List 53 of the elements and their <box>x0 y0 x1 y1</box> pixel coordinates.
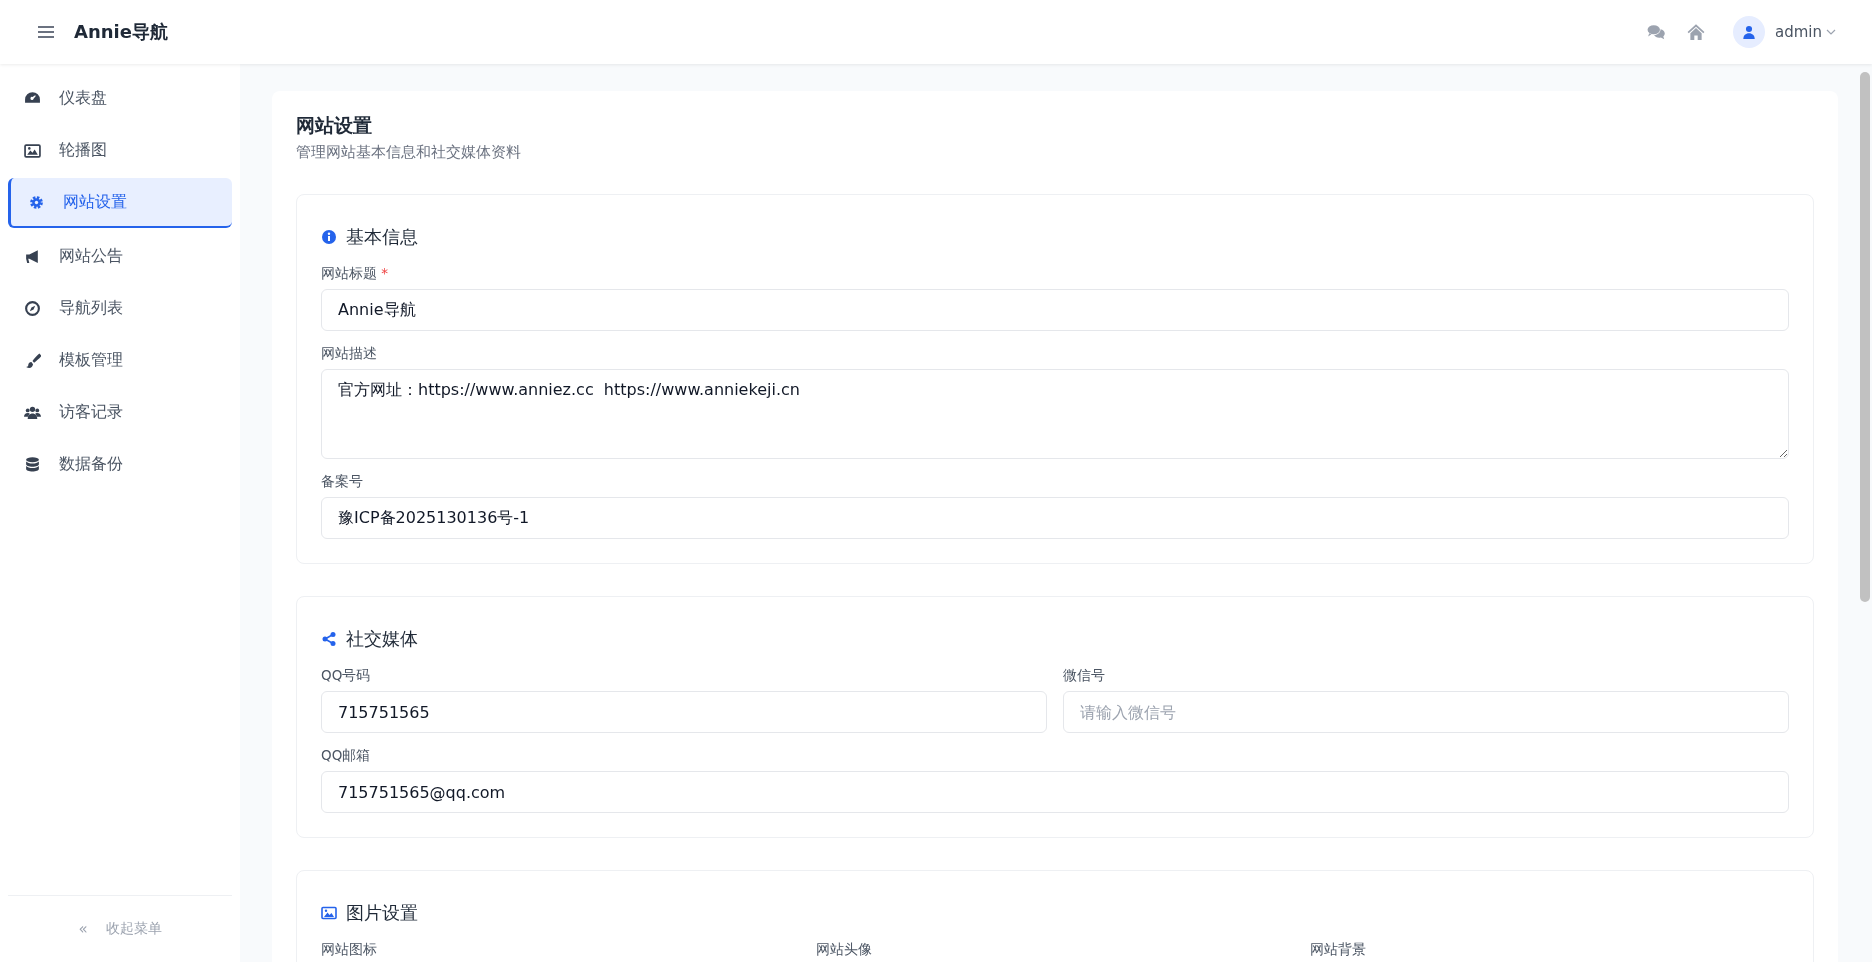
field-label: QQ号码 <box>321 667 372 685</box>
page-title: 网站设置 <box>296 113 373 138</box>
sidebar-item[interactable]: 导航列表 <box>8 284 232 332</box>
sidebar-item-label: 导航列表 <box>59 297 123 319</box>
megaphone-icon <box>24 247 41 265</box>
compass-icon <box>24 299 41 317</box>
settings-icon <box>28 193 45 211</box>
field-label: 网站标题 * <box>321 265 390 283</box>
user-avatar[interactable] <box>1733 16 1765 48</box>
text-field[interactable]: 715751565 <box>321 691 1047 733</box>
sidebar-item-label: 模板管理 <box>59 349 123 371</box>
page-subtitle: 管理网站基本信息和社交媒体资料 <box>296 143 522 162</box>
sidebar-item-label: 网站设置 <box>63 191 127 213</box>
text-field[interactable]: 715751565@qq.com <box>321 771 1789 813</box>
scrollbar-thumb[interactable] <box>1860 72 1870 602</box>
image-icon <box>321 905 337 921</box>
field-label: 网站背景 <box>1310 941 1368 959</box>
field-label: 网站图标 <box>321 941 378 959</box>
field-label: 微信号 <box>1063 667 1106 685</box>
text-field[interactable]: 请输入微信号 <box>1063 691 1789 733</box>
field-label: 备案号 <box>321 473 364 491</box>
sidebar-item-label: 仪表盘 <box>59 87 107 109</box>
info-icon <box>321 229 337 245</box>
sidebar-item[interactable]: 网站公告 <box>8 232 232 280</box>
user-name[interactable]: admin <box>1775 23 1822 41</box>
sidebar-item-label: 轮播图 <box>59 139 107 161</box>
field-label: 网站描述 <box>321 345 378 363</box>
caret-icon[interactable] <box>1826 28 1836 36</box>
menu-icon[interactable] <box>38 25 54 39</box>
image-icon <box>24 141 41 159</box>
brand-title: Annie导航 <box>74 20 168 44</box>
sidebar-item[interactable]: 轮播图 <box>8 126 232 174</box>
field-label: 网站头像 <box>815 941 873 959</box>
textarea-field[interactable]: 官方网址：https://www.anniez.cc https://www.anniekeji.cn <box>321 369 1789 459</box>
sidebar-item-label: 网站公告 <box>59 245 123 267</box>
sidebar-item-label: 数据备份 <box>59 453 123 475</box>
database-icon <box>24 455 41 473</box>
section-title: 图片设置 <box>346 901 418 925</box>
share-icon <box>321 631 337 647</box>
section-title: 基本信息 <box>346 225 418 249</box>
home-icon[interactable] <box>1687 23 1705 41</box>
brush-icon <box>24 351 41 369</box>
section-title: 社交媒体 <box>346 627 418 651</box>
sidebar-item[interactable]: 网站设置 <box>8 178 232 228</box>
sidebar-item[interactable]: 仪表盘 <box>8 74 232 122</box>
text-field[interactable]: Annie导航 <box>321 289 1789 331</box>
sidebar-item[interactable]: 访客记录 <box>8 388 232 436</box>
field-label: QQ邮箱 <box>321 747 372 765</box>
sidebar-item[interactable]: 模板管理 <box>8 336 232 384</box>
chat-icon[interactable] <box>1647 23 1665 41</box>
sidebar-item-label: 访客记录 <box>59 401 123 423</box>
sidebar-item[interactable]: 数据备份 <box>8 440 232 488</box>
text-field[interactable]: 豫ICP备2025130136号-1 <box>321 497 1789 539</box>
